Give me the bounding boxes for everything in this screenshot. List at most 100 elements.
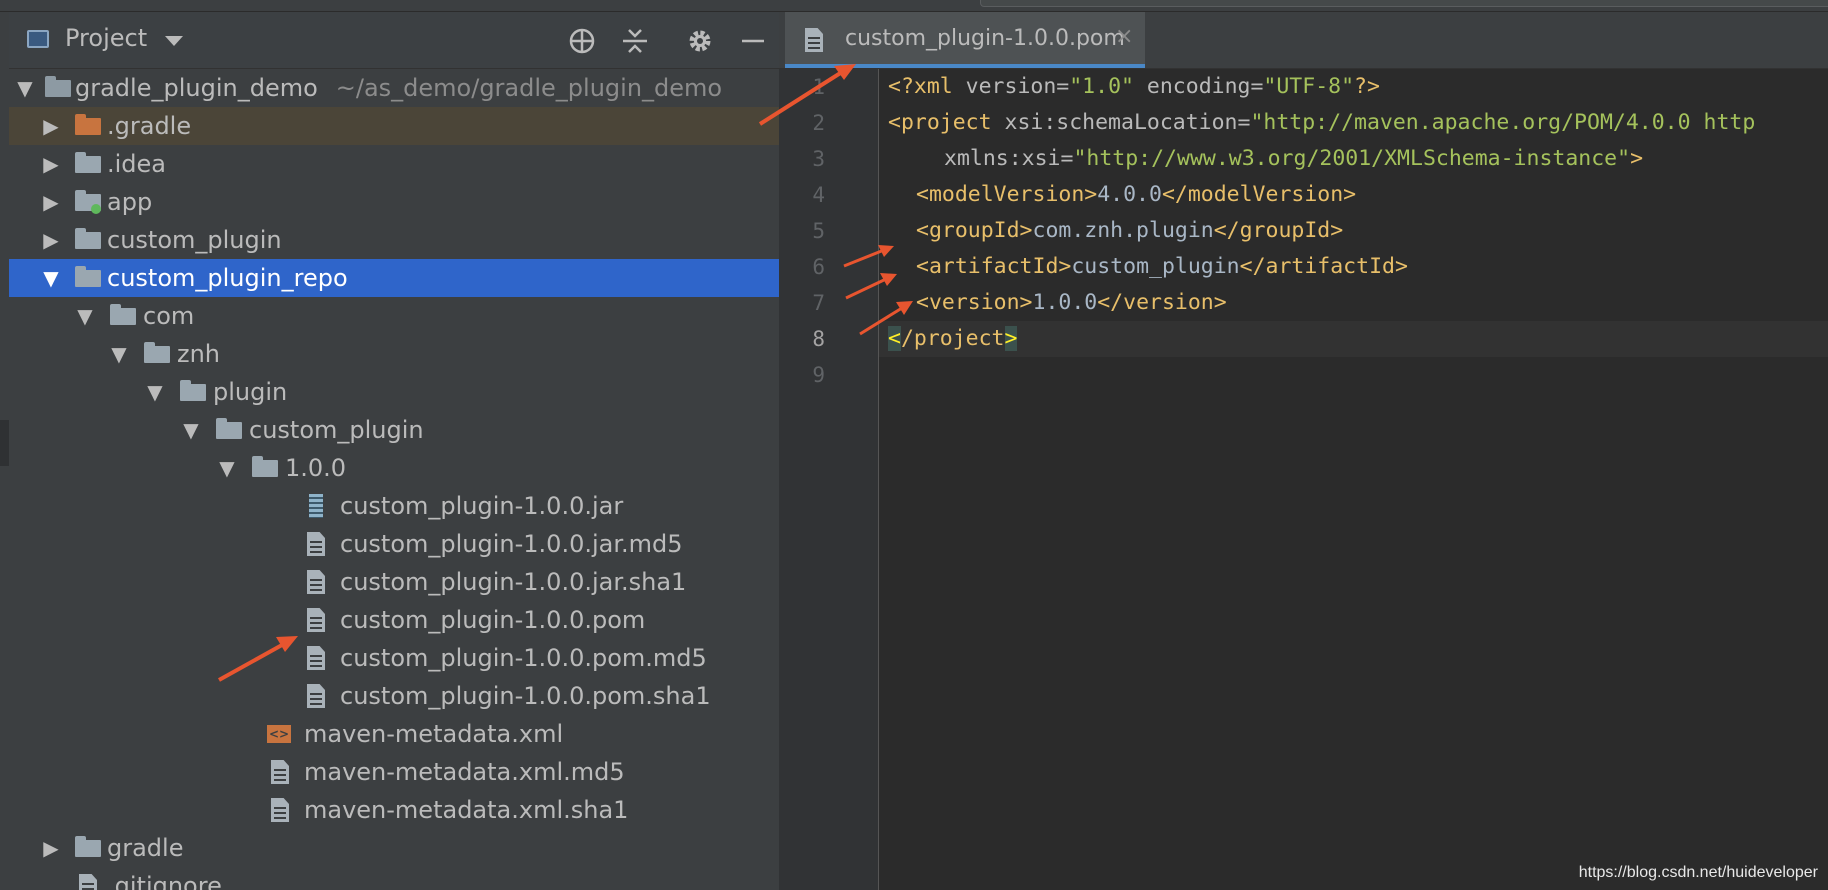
project-view-icon — [27, 30, 49, 48]
code-line-5: <groupId>com.znh.plugin</groupId> — [916, 213, 1343, 249]
xml-text: 1.0.0 — [1032, 290, 1098, 315]
folder-icon — [75, 266, 101, 290]
matched-brace: < — [888, 326, 901, 351]
tab-title: custom_plugin-1.0.0.pom — [845, 26, 1125, 51]
text-file-icon — [805, 28, 823, 52]
xml-decl-open: <?xml — [888, 74, 966, 99]
tree-item-jar[interactable]: custom_plugin-1.0.0.jar — [9, 487, 779, 525]
tree-item-app[interactable]: ▶ app — [9, 183, 779, 221]
project-path: ~/as_demo/gradle_plugin_demo — [335, 74, 723, 102]
line-number: 7 — [812, 291, 825, 315]
chevron-down-icon[interactable] — [165, 36, 183, 46]
xml-tag: </modelVersion> — [1161, 182, 1357, 207]
project-view-title[interactable]: Project — [65, 24, 147, 52]
tree-item-plugin[interactable]: ▼ plugin — [9, 373, 779, 411]
tree-item-maven-metadata-md5[interactable]: maven-metadata.xml.md5 — [9, 753, 779, 791]
tree-item-label: custom_plugin-1.0.0.pom.md5 — [340, 644, 707, 672]
collapse-all-icon[interactable] — [620, 26, 650, 56]
module-folder-icon — [45, 76, 71, 100]
xml-attr: xsi:schemaLocation= — [1004, 110, 1251, 135]
tree-item-jar-sha1[interactable]: custom_plugin-1.0.0.jar.sha1 — [9, 563, 779, 601]
tree-item-label: custom_plugin_repo — [107, 264, 348, 292]
expand-arrow-icon[interactable]: ▼ — [39, 259, 63, 297]
text-file-icon — [303, 570, 329, 594]
caret-row-highlight — [879, 321, 1828, 357]
tree-item-label: 1.0.0 — [285, 454, 347, 482]
tree-item-label: com — [143, 302, 195, 330]
locate-icon[interactable] — [567, 26, 597, 56]
watermark: https://blog.csdn.net/huideveloper — [1578, 864, 1818, 881]
line-number: 1 — [812, 75, 825, 99]
collapse-arrow-icon[interactable]: ▶ — [39, 829, 63, 867]
tree-item-maven-metadata-xml[interactable]: <> maven-metadata.xml — [9, 715, 779, 753]
xml-value: "http://maven.apache.org/POM/4.0.0 http — [1250, 110, 1756, 135]
xml-attr: version= — [965, 74, 1070, 99]
editor-tab-pom[interactable]: custom_plugin-1.0.0.pom × — [785, 12, 1145, 68]
collapse-arrow-icon[interactable]: ▶ — [39, 183, 63, 221]
code-line-7: <version>1.0.0</version> — [916, 285, 1227, 321]
gear-icon[interactable] — [685, 26, 715, 56]
tree-item-gradle[interactable]: ▶ gradle — [9, 829, 779, 867]
close-icon[interactable]: × — [1115, 24, 1133, 49]
tree-item-label: znh — [177, 340, 221, 368]
folder-icon — [144, 342, 170, 366]
expand-arrow-icon[interactable]: ▼ — [73, 297, 97, 335]
tree-item-jar-md5[interactable]: custom_plugin-1.0.0.jar.md5 — [9, 525, 779, 563]
tree-item-gradle-plugin-demo[interactable]: ▼ gradle_plugin_demo ~/as_demo/gradle_plu… — [9, 69, 779, 107]
tree-item-custom-plugin-dir[interactable]: ▼ custom_plugin — [9, 411, 779, 449]
tree-item-label: .gradle — [107, 112, 192, 140]
collapse-arrow-icon[interactable]: ▶ — [39, 221, 63, 259]
tree-item-custom-plugin[interactable]: ▶ custom_plugin — [9, 221, 779, 259]
expand-arrow-icon[interactable]: ▼ — [179, 411, 203, 449]
tool-window-stripe — [0, 12, 9, 890]
tree-item-label: .gitignore — [107, 872, 222, 890]
collapse-arrow-icon[interactable]: ▶ — [39, 107, 63, 145]
minimize-icon[interactable] — [738, 26, 768, 56]
tree-item-dot-gradle[interactable]: ▶ .gradle — [9, 107, 779, 145]
code-line-2: <project xsi:schemaLocation="http://mave… — [888, 105, 1755, 141]
collapse-arrow-icon[interactable]: ▶ — [39, 145, 63, 183]
expand-arrow-icon[interactable]: ▼ — [13, 69, 37, 107]
expand-arrow-icon[interactable]: ▼ — [215, 449, 239, 487]
expand-arrow-icon[interactable]: ▼ — [143, 373, 167, 411]
text-file-icon — [267, 798, 293, 822]
tree-item-pom-md5[interactable]: custom_plugin-1.0.0.pom.md5 — [9, 639, 779, 677]
tree-item-gitignore[interactable]: .gitignore — [9, 867, 779, 890]
tree-item-label: custom_plugin-1.0.0.pom.sha1 — [340, 682, 711, 710]
code-line-8: </project> — [888, 321, 1018, 357]
xml-tag: </artifactId> — [1239, 254, 1408, 279]
tree-item-label: custom_plugin-1.0.0.jar.sha1 — [340, 568, 687, 596]
line-number: 9 — [812, 363, 825, 387]
text-file-icon — [267, 760, 293, 784]
tree-item-custom-plugin-repo[interactable]: ▼ custom_plugin_repo — [9, 259, 779, 297]
xml-tag: <groupId> — [916, 218, 1033, 243]
tree-item-1-0-0[interactable]: ▼ 1.0.0 — [9, 449, 779, 487]
tree-item-label: gradle_plugin_demo — [75, 74, 318, 102]
tree-item-maven-metadata-sha1[interactable]: maven-metadata.xml.sha1 — [9, 791, 779, 829]
project-panel-header: Project — [9, 12, 779, 69]
xml-tag: <project — [888, 110, 1005, 135]
tree-item-label: custom_plugin — [107, 226, 282, 254]
tree-item-label: custom_plugin — [249, 416, 424, 444]
tree-item-label: app — [107, 188, 153, 216]
line-number: 6 — [812, 255, 825, 279]
tree-item-dot-idea[interactable]: ▶ .idea — [9, 145, 779, 183]
stripe-button[interactable] — [0, 420, 9, 466]
folder-icon — [110, 304, 136, 328]
tree-item-label: custom_plugin-1.0.0.jar.md5 — [340, 530, 683, 558]
module-badge-icon — [91, 204, 101, 214]
search-field[interactable] — [980, 0, 1828, 7]
folder-icon — [75, 114, 101, 138]
tree-item-label: plugin — [213, 378, 288, 406]
text-file-icon — [303, 532, 329, 556]
tree-item-pom[interactable]: custom_plugin-1.0.0.pom — [9, 601, 779, 639]
xml-text: custom_plugin — [1071, 254, 1240, 279]
expand-arrow-icon[interactable]: ▼ — [107, 335, 131, 373]
jar-file-icon — [303, 494, 329, 518]
tree-item-znh[interactable]: ▼ znh — [9, 335, 779, 373]
folder-icon — [252, 456, 278, 480]
tree-item-pom-sha1[interactable]: custom_plugin-1.0.0.pom.sha1 — [9, 677, 779, 715]
title-strip — [0, 0, 1828, 12]
code-line-6: <artifactId>custom_plugin</artifactId> — [916, 249, 1408, 285]
tree-item-com[interactable]: ▼ com — [9, 297, 779, 335]
